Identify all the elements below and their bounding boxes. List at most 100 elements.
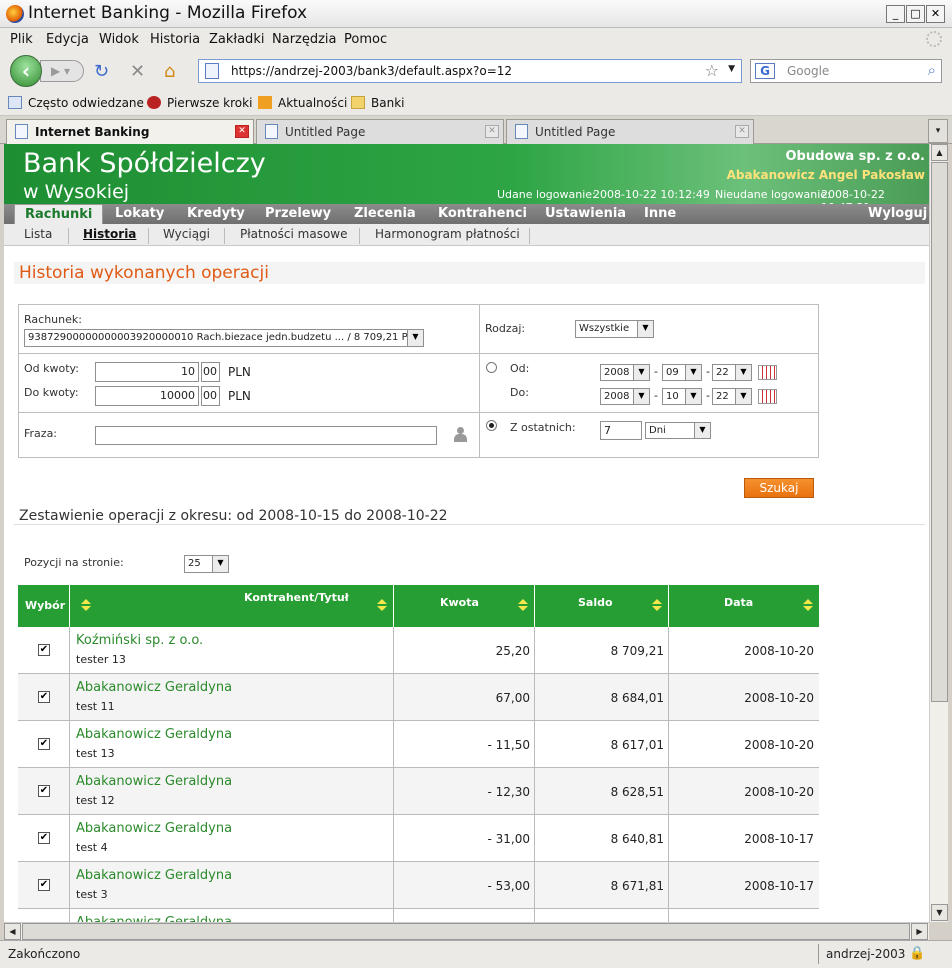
close-tab-icon[interactable]: ✕ xyxy=(235,125,249,138)
last-days-unit-select[interactable]: Dni ▼ xyxy=(645,422,711,439)
menu-widok[interactable]: Widok xyxy=(99,32,139,47)
horizontal-scrollbar[interactable]: ◀ ▶ xyxy=(4,922,929,940)
google-engine-icon[interactable]: G xyxy=(755,63,775,79)
menu-historia[interactable]: Historia xyxy=(150,32,200,47)
sort-down-icon[interactable] xyxy=(652,606,662,611)
chevron-down-icon[interactable]: ▼ xyxy=(685,365,701,380)
subnav-wyciagi[interactable]: Wyciągi xyxy=(163,227,210,241)
col-header-date[interactable]: Data xyxy=(669,585,819,627)
url-text[interactable]: https://andrzej-2003/bank3/default.aspx?… xyxy=(231,64,512,78)
row-checkbox[interactable]: ✔ xyxy=(38,738,50,750)
nav-przelewy[interactable]: Przelewy xyxy=(265,204,331,224)
chevron-down-icon[interactable]: ▼ xyxy=(212,556,228,572)
sort-down-icon[interactable] xyxy=(518,606,528,611)
tab-untitled-2[interactable]: Untitled Page ✕ xyxy=(506,119,754,144)
sort-up-icon[interactable] xyxy=(377,599,387,604)
per-page-select[interactable]: 25 ▼ xyxy=(184,555,229,573)
calendar-icon[interactable] xyxy=(758,389,777,404)
contractor-name-link[interactable]: Abakanowicz Geraldyna xyxy=(76,680,232,695)
close-window-button[interactable]: ✕ xyxy=(926,5,945,23)
chevron-down-icon[interactable]: ▼ xyxy=(637,321,653,337)
bookmark-news[interactable]: Aktualności xyxy=(278,96,347,110)
logout-link[interactable]: Wyloguj xyxy=(868,204,927,224)
contractor-name-link[interactable]: Koźmiński sp. z o.o. xyxy=(76,633,203,648)
nav-zlecenia[interactable]: Zlecenia xyxy=(354,204,416,224)
to-amount-decimals-input[interactable]: 00 xyxy=(201,386,220,406)
last-days-radio[interactable] xyxy=(486,420,497,431)
contractor-name-link[interactable]: Abakanowicz Geraldyna xyxy=(76,774,232,789)
home-icon[interactable]: ⌂ xyxy=(164,61,175,82)
menu-pomoc[interactable]: Pomoc xyxy=(344,32,387,47)
contractor-name-link[interactable]: Abakanowicz Geraldyna xyxy=(76,821,232,836)
calendar-icon[interactable] xyxy=(758,365,777,380)
bookmark-banks-folder[interactable]: Banki xyxy=(371,96,404,110)
forward-button[interactable]: ▶ ▾ xyxy=(40,60,84,82)
sort-down-icon[interactable] xyxy=(377,606,387,611)
phrase-input[interactable] xyxy=(95,426,437,445)
subnav-platnosci-masowe[interactable]: Płatności masowe xyxy=(240,227,347,241)
row-checkbox[interactable]: ✔ xyxy=(38,879,50,891)
menu-narzedzia[interactable]: Narzędzia xyxy=(272,32,337,47)
search-button[interactable]: Szukaj xyxy=(744,478,814,498)
date-to-month-select[interactable]: 10 ▼ xyxy=(662,388,702,405)
scrollbar-thumb[interactable] xyxy=(22,923,910,940)
date-to-year-select[interactable]: 2008 ▼ xyxy=(600,388,650,405)
nav-kontrahenci[interactable]: Kontrahenci xyxy=(438,204,527,224)
back-button[interactable]: ‹ xyxy=(10,55,42,87)
contractor-name-link[interactable]: Abakanowicz Geraldyna xyxy=(76,727,232,742)
table-row[interactable]: ✔ Abakanowicz Geraldyna test 12 - 12,30 8 62… xyxy=(18,768,819,815)
scroll-left-icon[interactable]: ◀ xyxy=(4,923,21,940)
sort-down-icon[interactable] xyxy=(803,606,813,611)
from-amount-decimals-input[interactable]: 00 xyxy=(201,362,220,382)
maximize-button[interactable]: □ xyxy=(906,5,925,23)
scroll-up-icon[interactable]: ▲ xyxy=(931,144,948,161)
contact-picker-icon[interactable] xyxy=(454,427,467,442)
search-icon[interactable]: ⌕ xyxy=(928,61,936,79)
tab-list-button[interactable]: ▾ xyxy=(928,119,948,143)
date-range-radio[interactable] xyxy=(486,362,497,373)
chevron-down-icon[interactable]: ▼ xyxy=(735,365,751,380)
nav-kredyty[interactable]: Kredyty xyxy=(187,204,245,224)
tab-untitled-1[interactable]: Untitled Page ✕ xyxy=(256,119,504,144)
lock-icon[interactable]: 🔒 xyxy=(909,946,925,961)
table-row[interactable]: ✔ Koźmiński sp. z o.o. tester 13 25,20 8 709… xyxy=(18,627,819,674)
col-header-contractor[interactable]: Kontrahent/Tytuł xyxy=(70,585,394,627)
scrollbar-thumb[interactable] xyxy=(931,162,948,702)
scroll-down-icon[interactable]: ▼ xyxy=(931,904,948,921)
date-from-year-select[interactable]: 2008 ▼ xyxy=(600,364,650,381)
contractor-name-link[interactable]: Abakanowicz Geraldyna xyxy=(76,868,232,883)
table-row[interactable]: ✔ Abakanowicz Geraldyna test 13 - 11,50 8 61… xyxy=(18,721,819,768)
account-select[interactable]: 93872900000000003920000010 Rach.biezace … xyxy=(24,329,424,347)
sort-icon[interactable] xyxy=(80,585,92,627)
date-from-day-select[interactable]: 22 ▼ xyxy=(712,364,752,381)
chevron-down-icon[interactable]: ▼ xyxy=(633,389,649,404)
scroll-right-icon[interactable]: ▶ xyxy=(911,923,928,940)
nav-ustawienia[interactable]: Ustawienia xyxy=(545,204,626,224)
chevron-down-icon[interactable]: ▼ xyxy=(694,423,710,438)
close-tab-icon[interactable]: ✕ xyxy=(735,125,749,138)
chevron-down-icon[interactable]: ▼ xyxy=(407,330,423,346)
bookmark-star-icon[interactable]: ☆ xyxy=(705,61,719,80)
from-amount-input[interactable]: 10 xyxy=(95,362,199,382)
chevron-down-icon[interactable]: ▼ xyxy=(735,389,751,404)
row-checkbox[interactable]: ✔ xyxy=(38,832,50,844)
date-to-day-select[interactable]: 22 ▼ xyxy=(712,388,752,405)
vertical-scrollbar[interactable]: ▲ ▼ xyxy=(929,144,948,922)
bookmark-most-visited[interactable]: Często odwiedzane xyxy=(28,96,144,110)
date-from-month-select[interactable]: 09 ▼ xyxy=(662,364,702,381)
row-checkbox[interactable]: ✔ xyxy=(38,691,50,703)
tab-internet-banking[interactable]: Internet Banking ✕ xyxy=(6,119,254,144)
menu-zakladki[interactable]: Zakładki xyxy=(209,32,264,47)
table-row[interactable]: Abakanowicz Geraldyna xyxy=(18,909,819,922)
row-checkbox[interactable]: ✔ xyxy=(38,785,50,797)
nav-inne[interactable]: Inne xyxy=(644,204,676,224)
nav-lokaty[interactable]: Lokaty xyxy=(115,204,164,224)
table-row[interactable]: ✔ Abakanowicz Geraldyna test 4 - 31,00 8 640… xyxy=(18,815,819,862)
close-tab-icon[interactable]: ✕ xyxy=(485,125,499,138)
menu-plik[interactable]: Plik xyxy=(10,32,33,47)
reload-icon[interactable]: ↻ xyxy=(94,61,109,82)
nav-rachunki[interactable]: Rachunki xyxy=(14,204,104,224)
minimize-button[interactable]: _ xyxy=(886,5,905,23)
subnav-lista[interactable]: Lista xyxy=(24,227,52,241)
row-checkbox[interactable]: ✔ xyxy=(38,644,50,656)
